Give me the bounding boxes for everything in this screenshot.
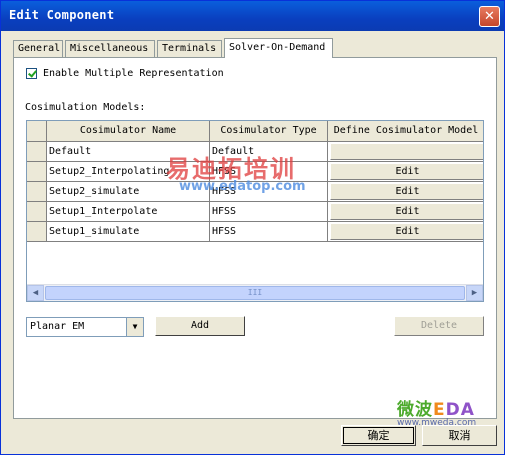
cosimulation-models-label: Cosimulation Models: (25, 102, 146, 113)
title-bar[interactable]: Edit Component ✕ (1, 1, 504, 31)
scroll-left-button[interactable]: ◀ (27, 285, 44, 301)
chevron-down-icon[interactable]: ▼ (126, 318, 143, 336)
edit-model-button[interactable]: Edit (330, 163, 483, 180)
enable-multiple-representation-row[interactable]: Enable Multiple Representation (26, 68, 224, 79)
define-model-cell (328, 142, 483, 162)
cosimulator-type-cell[interactable]: HFSS (210, 222, 328, 242)
scroll-right-button[interactable]: ▶ (466, 285, 483, 301)
row-selector[interactable] (27, 202, 47, 222)
tab-general[interactable]: General (13, 40, 63, 57)
edit-model-button[interactable]: Edit (330, 183, 483, 200)
row-selector[interactable] (27, 162, 47, 182)
define-model-button[interactable] (330, 143, 483, 160)
row-selector[interactable] (27, 142, 47, 162)
cancel-button[interactable]: 取消 (422, 425, 497, 446)
define-model-cell: Edit (328, 162, 483, 182)
cosimulator-type-cell[interactable]: HFSS (210, 202, 328, 222)
mweda-watermark-part: DA (445, 400, 475, 420)
edit-model-button[interactable]: Edit (330, 203, 483, 220)
row-selector[interactable] (27, 222, 47, 242)
mweda-watermark-part: E (433, 400, 446, 420)
window-title: Edit Component (9, 8, 115, 22)
enable-multiple-representation-label: Enable Multiple Representation (43, 68, 224, 79)
scroll-thumb-grip: III (247, 288, 263, 297)
model-type-select[interactable]: Planar EM ▼ (26, 317, 144, 337)
solver-on-demand-panel: Enable Multiple Representation Cosimulat… (13, 57, 497, 419)
horizontal-scrollbar[interactable]: ◀ III ▶ (27, 284, 483, 301)
chevron-left-icon: ◀ (32, 288, 39, 298)
column-header-define-cosimulator-model[interactable]: Define Cosimulator Model (328, 121, 483, 142)
column-header-cosimulator-type[interactable]: Cosimulator Type (210, 121, 328, 142)
add-button[interactable]: Add (155, 316, 245, 336)
table-header: Cosimulator Name Cosimulator Type Define… (27, 121, 483, 142)
define-model-cell: Edit (328, 222, 483, 242)
cosimulation-models-table: Cosimulator Name Cosimulator Type Define… (26, 120, 484, 302)
cosimulator-name-cell[interactable]: Setup1_Interpolate (47, 202, 210, 222)
close-icon: ✕ (484, 9, 495, 24)
chevron-right-icon: ▶ (471, 288, 478, 298)
edatop-url-watermark: www.edatop.com (179, 179, 306, 194)
tab-miscellaneous[interactable]: Miscellaneous (65, 40, 155, 57)
mweda-watermark-part: 微波 (397, 400, 433, 420)
row-selector-header (27, 121, 47, 142)
scroll-thumb[interactable]: III (45, 286, 465, 300)
close-button[interactable]: ✕ (479, 6, 500, 27)
define-model-cell: Edit (328, 202, 483, 222)
edit-component-dialog: Edit Component ✕ General Miscellaneous T… (0, 0, 505, 455)
table-row[interactable]: Setup1_Interpolate HFSS Edit (27, 202, 483, 222)
mweda-watermark: 微波EDA (397, 395, 475, 420)
table-row[interactable]: Setup1_simulate HFSS Edit (27, 222, 483, 242)
ok-button[interactable]: 确定 (341, 425, 416, 446)
model-type-value: Planar EM (30, 321, 85, 332)
edit-model-button[interactable]: Edit (330, 223, 483, 240)
define-model-cell: Edit (328, 182, 483, 202)
delete-button[interactable]: Delete (394, 316, 484, 336)
cosimulator-name-cell[interactable]: Setup1_simulate (47, 222, 210, 242)
column-header-cosimulator-name[interactable]: Cosimulator Name (47, 121, 210, 142)
tab-terminals[interactable]: Terminals (157, 40, 222, 57)
tab-solver-on-demand[interactable]: Solver-On-Demand (224, 38, 333, 58)
enable-multiple-representation-checkbox[interactable] (26, 68, 37, 79)
row-selector[interactable] (27, 182, 47, 202)
